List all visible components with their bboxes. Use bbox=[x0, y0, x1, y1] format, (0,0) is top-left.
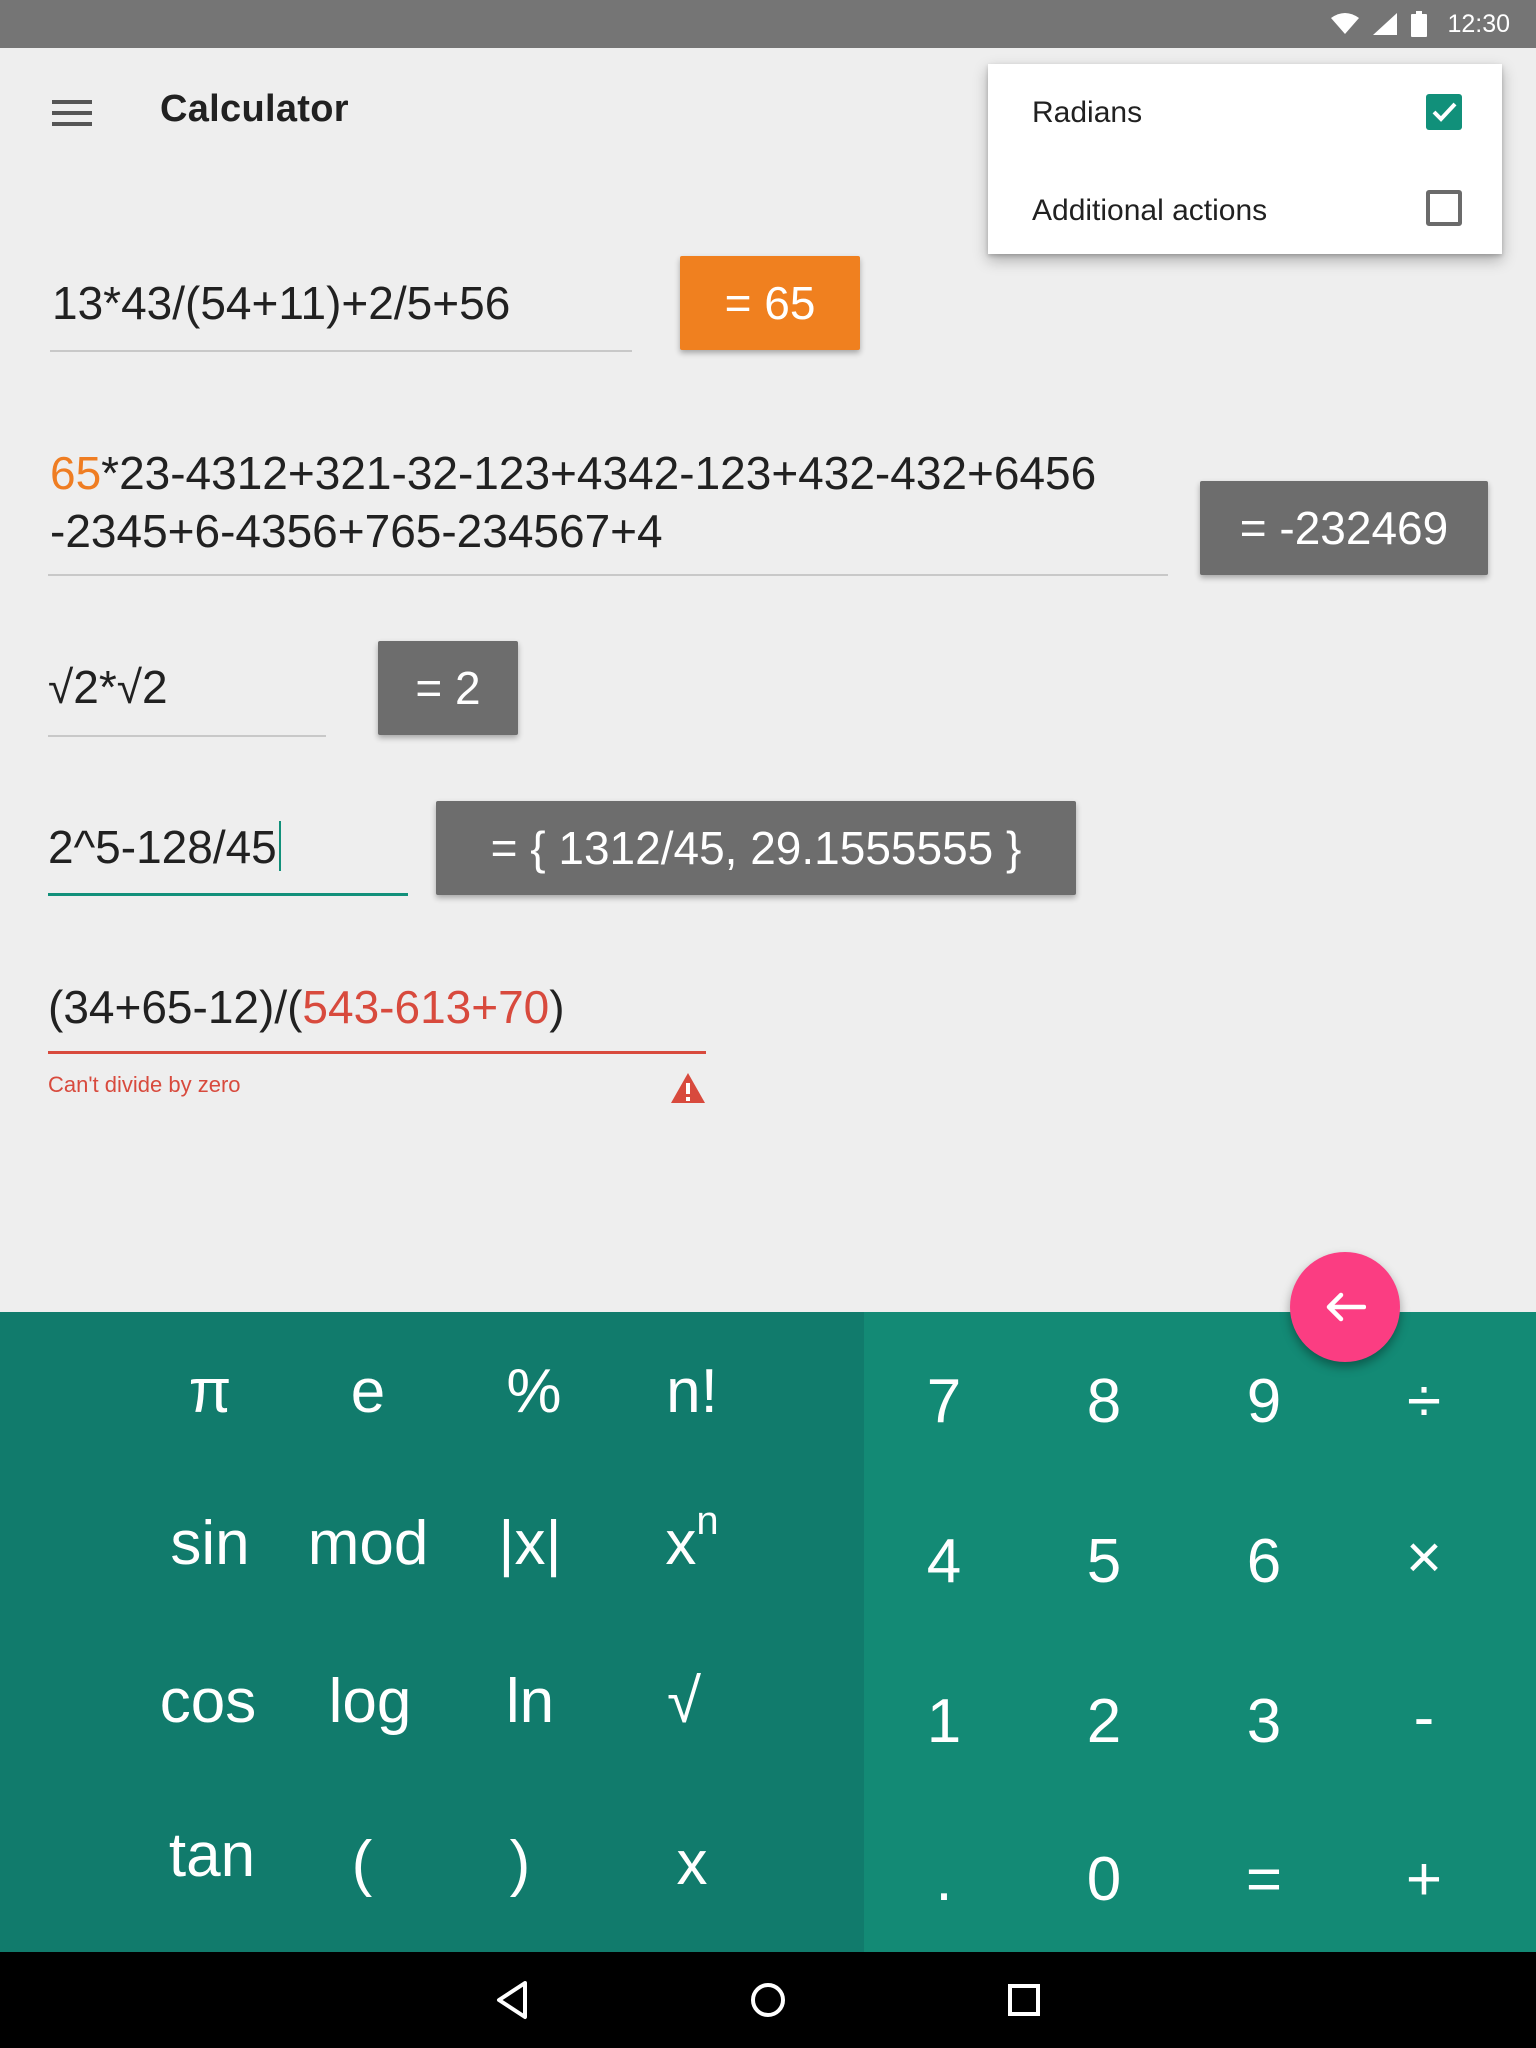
key-percent[interactable]: % bbox=[464, 1336, 604, 1446]
key-plus[interactable]: + bbox=[1354, 1824, 1494, 1934]
expression-input-4[interactable]: 2^5-128/45 bbox=[48, 820, 281, 874]
key-close-paren[interactable]: ) bbox=[450, 1808, 590, 1918]
key-1[interactable]: 1 bbox=[874, 1666, 1014, 1776]
status-time: 12:30 bbox=[1447, 9, 1510, 38]
expression-underline-5 bbox=[48, 1051, 706, 1054]
key-factorial[interactable]: n! bbox=[622, 1336, 762, 1446]
key-pi[interactable]: π bbox=[140, 1336, 280, 1446]
expression-text-4: 2^5-128/45 bbox=[48, 821, 277, 873]
app-title: Calculator bbox=[160, 88, 349, 130]
key-9[interactable]: 9 bbox=[1194, 1346, 1334, 1456]
expression-underline-1 bbox=[50, 350, 632, 352]
key-5[interactable]: 5 bbox=[1034, 1506, 1174, 1616]
nav-recents-icon[interactable] bbox=[998, 1974, 1050, 2026]
key-7[interactable]: 7 bbox=[874, 1346, 1014, 1456]
key-power[interactable]: xn bbox=[622, 1488, 762, 1598]
expression-underline-2 bbox=[48, 574, 1168, 576]
overflow-menu: Radians Additional actions bbox=[988, 64, 1502, 254]
key-log[interactable]: log bbox=[300, 1646, 440, 1756]
menu-item-radians-label[interactable]: Radians bbox=[1032, 96, 1142, 130]
key-sin[interactable]: sin bbox=[140, 1488, 280, 1598]
key-tan[interactable]: tan bbox=[142, 1800, 282, 1910]
key-3[interactable]: 3 bbox=[1194, 1666, 1334, 1776]
key-2[interactable]: 2 bbox=[1034, 1666, 1174, 1776]
key-abs[interactable]: |x| bbox=[460, 1488, 600, 1598]
wifi-icon bbox=[1331, 13, 1360, 34]
warning-icon bbox=[671, 1073, 705, 1103]
text-cursor bbox=[278, 821, 281, 871]
navigation-bar bbox=[0, 1952, 1536, 2048]
status-icons: 12:30 bbox=[1331, 0, 1510, 48]
key-6[interactable]: 6 bbox=[1194, 1506, 1334, 1616]
status-bar: 12:30 bbox=[0, 0, 1536, 48]
key-cos[interactable]: cos bbox=[138, 1646, 278, 1756]
result-button-2[interactable]: = -232469 bbox=[1200, 481, 1488, 575]
key-sqrt[interactable]: √ bbox=[614, 1646, 754, 1756]
expression-line-1: *23-4312+321-32-123+4342-123+432-432+645… bbox=[101, 447, 1097, 499]
expression-underline-3 bbox=[48, 735, 326, 737]
expression-input-2[interactable]: 65*23-4312+321-32-123+4342-123+432-432+6… bbox=[50, 444, 1096, 560]
key-mod[interactable]: mod bbox=[298, 1488, 438, 1598]
expression-input-5[interactable]: (34+65-12)/(543-613+70) bbox=[48, 980, 565, 1034]
key-0[interactable]: 0 bbox=[1034, 1824, 1174, 1934]
key-minus[interactable]: - bbox=[1354, 1662, 1494, 1772]
backspace-button[interactable] bbox=[1290, 1252, 1400, 1362]
key-ln[interactable]: ln bbox=[460, 1646, 600, 1756]
expression-reference: 65 bbox=[50, 447, 102, 499]
signal-icon bbox=[1373, 13, 1398, 35]
backspace-arrow-icon bbox=[1326, 1292, 1366, 1322]
function-keypad: π e % n! sin mod |x| xn cos log ln √ tan… bbox=[0, 1312, 864, 1952]
key-divide[interactable]: ÷ bbox=[1354, 1346, 1494, 1456]
key-power-base: x bbox=[665, 1508, 697, 1578]
result-button-1[interactable]: = 65 bbox=[680, 256, 860, 350]
battery-icon bbox=[1411, 11, 1428, 37]
expression-error-part: 543-613+70 bbox=[302, 981, 550, 1033]
key-e[interactable]: e bbox=[298, 1336, 438, 1446]
menu-item-additional-actions-label[interactable]: Additional actions bbox=[1032, 194, 1267, 228]
menu-icon[interactable] bbox=[52, 100, 92, 126]
error-message: Can't divide by zero bbox=[48, 1072, 241, 1097]
result-button-4[interactable]: = { 1312/45, 29.1555555 } bbox=[436, 801, 1076, 895]
result-button-3[interactable]: = 2 bbox=[378, 641, 518, 735]
key-power-exponent: n bbox=[696, 1498, 719, 1543]
checkbox-unchecked-icon[interactable] bbox=[1426, 190, 1462, 226]
key-variable-x[interactable]: x bbox=[622, 1808, 762, 1918]
expression-input-3[interactable]: √2*√2 bbox=[48, 660, 168, 714]
key-open-paren[interactable]: ( bbox=[292, 1808, 432, 1918]
number-keypad: 7 8 9 ÷ 4 5 6 × 1 2 3 - . 0 = + bbox=[864, 1312, 1536, 1952]
expression-line-2: -2345+6-4356+765-234567+4 bbox=[50, 505, 663, 557]
checkbox-checked-icon[interactable] bbox=[1426, 94, 1462, 130]
expression-input-1[interactable]: 13*43/(54+11)+2/5+56 bbox=[52, 276, 510, 330]
key-multiply[interactable]: × bbox=[1354, 1502, 1494, 1612]
nav-back-icon[interactable] bbox=[486, 1974, 538, 2026]
expression-prefix-5: (34+65-12)/( bbox=[48, 981, 303, 1033]
expression-suffix-5: ) bbox=[549, 981, 565, 1033]
expression-underline-4 bbox=[48, 893, 408, 896]
nav-home-icon[interactable] bbox=[742, 1974, 794, 2026]
key-equals[interactable]: = bbox=[1194, 1824, 1334, 1934]
key-8[interactable]: 8 bbox=[1034, 1346, 1174, 1456]
key-4[interactable]: 4 bbox=[874, 1506, 1014, 1616]
key-decimal[interactable]: . bbox=[874, 1824, 1014, 1934]
